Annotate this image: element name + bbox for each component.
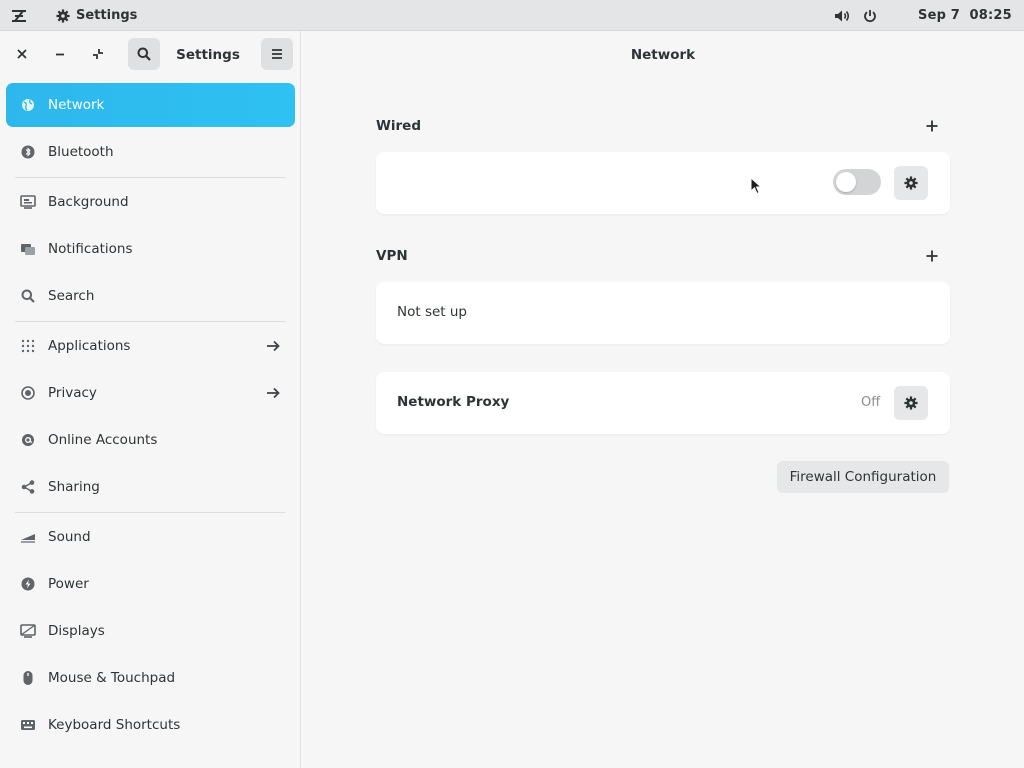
sidebar-item-label: Search bbox=[48, 288, 95, 304]
clock[interactable]: Sep 7 08:25 bbox=[918, 0, 1012, 31]
search-icon bbox=[20, 288, 36, 304]
sidebar-item-sharing[interactable]: Sharing bbox=[6, 465, 295, 509]
network-proxy-settings-button[interactable] bbox=[894, 386, 928, 420]
vpn-card: Not set up bbox=[376, 282, 950, 344]
sidebar-item-label: Keyboard Shortcuts bbox=[48, 717, 181, 733]
gear-icon bbox=[56, 8, 70, 23]
minimize-icon bbox=[56, 53, 64, 56]
sidebar-item-label: Sound bbox=[48, 529, 91, 545]
sidebar-item-displays[interactable]: Displays bbox=[6, 609, 295, 653]
close-icon bbox=[17, 49, 27, 59]
sidebar-item-label: Notifications bbox=[48, 241, 133, 257]
hamburger-menu-icon bbox=[272, 49, 282, 59]
sidebar-item-search[interactable]: Search bbox=[6, 274, 295, 318]
sidebar-item-label: Mouse & Touchpad bbox=[48, 670, 176, 686]
main-menu-button[interactable] bbox=[261, 38, 293, 70]
keyboard-icon bbox=[20, 717, 36, 733]
wired-settings-button[interactable] bbox=[894, 166, 928, 200]
firewall-configuration-button[interactable]: Firewall Configuration bbox=[777, 461, 949, 493]
notification-icon bbox=[20, 241, 36, 257]
page-title: Network bbox=[630, 46, 696, 63]
vpn-status: Not set up bbox=[397, 304, 467, 320]
sound-icon bbox=[20, 529, 36, 545]
sidebar-item-sound[interactable]: Sound bbox=[6, 515, 295, 559]
privacy-icon bbox=[20, 385, 36, 401]
sidebar-header: Settings bbox=[0, 31, 300, 78]
clock-date: Sep 7 bbox=[918, 8, 961, 23]
apps-grid-icon bbox=[20, 338, 36, 354]
at-sign-icon bbox=[20, 432, 36, 448]
sidebar-item-bluetooth[interactable]: Bluetooth bbox=[6, 130, 295, 174]
clock-time: 08:25 bbox=[969, 8, 1012, 23]
network-proxy-label: Network Proxy bbox=[397, 394, 510, 410]
sidebar-item-background[interactable]: Background bbox=[6, 180, 295, 224]
sidebar-item-label: Network bbox=[48, 97, 105, 113]
network-globe-icon bbox=[20, 97, 36, 113]
sidebar-item-label: Privacy bbox=[48, 385, 97, 401]
sidebar-item-label: Bluetooth bbox=[48, 144, 114, 160]
sidebar-separator bbox=[15, 321, 286, 322]
share-icon bbox=[20, 479, 36, 495]
wired-toggle[interactable] bbox=[833, 169, 881, 195]
wired-section-label: Wired bbox=[376, 118, 421, 134]
close-button[interactable] bbox=[6, 38, 38, 70]
power-icon bbox=[20, 576, 36, 592]
sidebar-item-label: Sharing bbox=[48, 479, 100, 495]
sidebar-item-applications[interactable]: Applications bbox=[6, 324, 295, 368]
display-icon bbox=[20, 623, 36, 639]
power-icon[interactable] bbox=[863, 0, 879, 31]
add-vpn-button[interactable] bbox=[924, 248, 940, 264]
mouse-icon bbox=[20, 670, 36, 686]
minimize-button[interactable] bbox=[44, 38, 76, 70]
sidebar-separator bbox=[15, 512, 286, 513]
arrow-right-icon bbox=[265, 338, 281, 354]
sidebar-separator bbox=[15, 177, 286, 178]
sidebar-item-label: Online Accounts bbox=[48, 432, 158, 448]
top-bar: Settings Sep 7 08:25 bbox=[0, 0, 1024, 31]
arrow-right-icon bbox=[265, 385, 281, 401]
sidebar-item-privacy[interactable]: Privacy bbox=[6, 371, 295, 415]
network-proxy-card[interactable]: Network Proxy Off bbox=[376, 372, 950, 434]
wired-card bbox=[376, 152, 950, 214]
plus-icon bbox=[926, 250, 938, 262]
mouse-pointer-icon bbox=[750, 176, 763, 195]
sidebar-item-keyboard-shortcuts[interactable]: Keyboard Shortcuts bbox=[6, 703, 295, 747]
sidebar-item-label: Displays bbox=[48, 623, 105, 639]
restore-button[interactable] bbox=[82, 38, 114, 70]
plus-icon bbox=[926, 120, 938, 132]
toggle-knob bbox=[836, 172, 856, 192]
sidebar-item-mouse-touchpad[interactable]: Mouse & Touchpad bbox=[6, 656, 295, 700]
sidebar-title: Settings bbox=[176, 46, 240, 63]
search-button[interactable] bbox=[128, 38, 160, 70]
main-panel: Network Wired VPN Not set up Network Pro… bbox=[302, 31, 1024, 768]
network-proxy-status: Off bbox=[861, 395, 881, 410]
sidebar-item-label: Applications bbox=[48, 338, 131, 354]
sidebar-item-network[interactable]: Network bbox=[6, 83, 295, 127]
gear-icon bbox=[904, 176, 918, 190]
sidebar-item-label: Background bbox=[48, 194, 129, 210]
activities-icon[interactable] bbox=[11, 0, 29, 31]
sidebar-item-online-accounts[interactable]: Online Accounts bbox=[6, 418, 295, 462]
search-icon bbox=[137, 47, 151, 61]
app-menu[interactable]: Settings bbox=[56, 0, 137, 31]
vpn-section-label: VPN bbox=[376, 248, 408, 264]
sidebar-item-notifications[interactable]: Notifications bbox=[6, 227, 295, 271]
add-wired-button[interactable] bbox=[924, 118, 940, 134]
sidebar: Settings Network Bluetooth Background No… bbox=[0, 31, 301, 768]
monitor-icon bbox=[20, 194, 36, 210]
volume-icon[interactable] bbox=[834, 0, 852, 31]
sidebar-item-power[interactable]: Power bbox=[6, 562, 295, 606]
gear-icon bbox=[904, 396, 918, 410]
restore-icon bbox=[93, 49, 103, 59]
app-menu-label: Settings bbox=[76, 8, 138, 23]
bluetooth-icon bbox=[20, 144, 36, 160]
sidebar-item-label: Power bbox=[48, 576, 89, 592]
